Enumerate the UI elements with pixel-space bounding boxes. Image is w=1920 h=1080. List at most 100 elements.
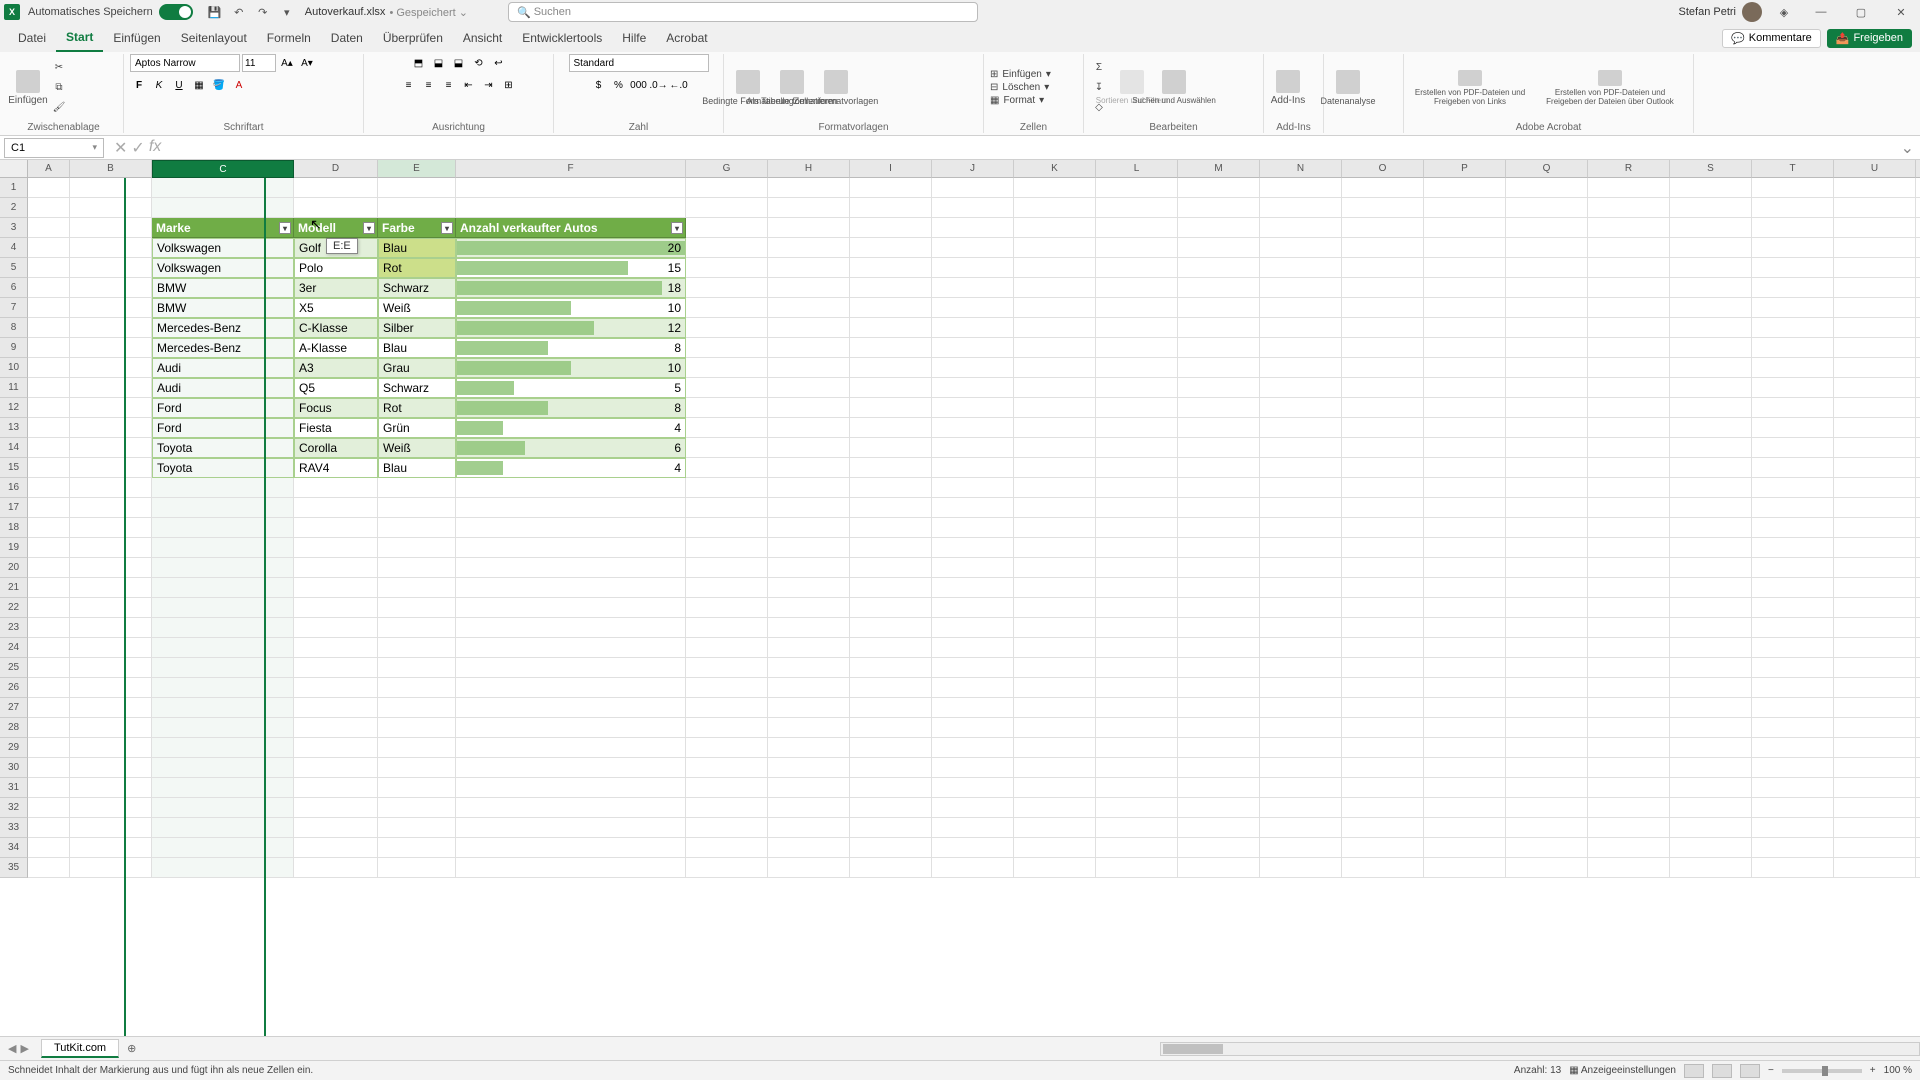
row-header[interactable]: 1 bbox=[0, 178, 28, 198]
cell[interactable] bbox=[1096, 658, 1178, 678]
cell[interactable] bbox=[456, 658, 686, 678]
cell[interactable] bbox=[1424, 758, 1506, 778]
cell[interactable] bbox=[768, 578, 850, 598]
cell[interactable] bbox=[456, 698, 686, 718]
cell[interactable] bbox=[1178, 438, 1260, 458]
font-name-combo[interactable] bbox=[130, 54, 240, 72]
cell[interactable] bbox=[686, 418, 768, 438]
cell[interactable] bbox=[768, 838, 850, 858]
cell[interactable] bbox=[686, 518, 768, 538]
row-header[interactable]: 22 bbox=[0, 598, 28, 618]
cell[interactable]: 4 bbox=[456, 458, 686, 478]
cell[interactable] bbox=[850, 278, 932, 298]
cell[interactable] bbox=[1752, 318, 1834, 338]
cell[interactable] bbox=[768, 538, 850, 558]
cell[interactable] bbox=[1096, 798, 1178, 818]
cell[interactable] bbox=[28, 838, 70, 858]
cell[interactable] bbox=[294, 738, 378, 758]
sheet-next-icon[interactable]: ▶ bbox=[20, 1042, 28, 1055]
cell[interactable] bbox=[1506, 338, 1588, 358]
cell[interactable] bbox=[1260, 318, 1342, 338]
wrap-text-icon[interactable]: ↩ bbox=[490, 54, 508, 72]
data-analysis-button[interactable]: Datenanalyse bbox=[1330, 70, 1366, 106]
cell[interactable] bbox=[768, 798, 850, 818]
cell[interactable] bbox=[932, 338, 1014, 358]
cell[interactable] bbox=[850, 618, 932, 638]
cell[interactable] bbox=[1588, 218, 1670, 238]
cell[interactable] bbox=[1260, 618, 1342, 638]
cell[interactable] bbox=[1178, 638, 1260, 658]
cell[interactable] bbox=[1588, 578, 1670, 598]
cell[interactable] bbox=[1260, 818, 1342, 838]
cell[interactable] bbox=[768, 238, 850, 258]
cell[interactable] bbox=[70, 658, 152, 678]
cell[interactable] bbox=[1670, 398, 1752, 418]
cell[interactable] bbox=[1178, 818, 1260, 838]
cell[interactable] bbox=[1752, 758, 1834, 778]
fill-color-icon[interactable]: 🪣 bbox=[210, 76, 228, 94]
cell[interactable] bbox=[1588, 298, 1670, 318]
cell[interactable] bbox=[850, 778, 932, 798]
cell[interactable] bbox=[768, 378, 850, 398]
cell[interactable] bbox=[1260, 458, 1342, 478]
cell[interactable] bbox=[1096, 818, 1178, 838]
cell[interactable] bbox=[1916, 818, 1920, 838]
cell[interactable] bbox=[1506, 758, 1588, 778]
cell[interactable] bbox=[1342, 758, 1424, 778]
cell[interactable] bbox=[1178, 698, 1260, 718]
cell[interactable] bbox=[152, 778, 294, 798]
cell[interactable] bbox=[1506, 378, 1588, 398]
cell[interactable] bbox=[1752, 718, 1834, 738]
row-header[interactable]: 27 bbox=[0, 698, 28, 718]
cell[interactable] bbox=[28, 218, 70, 238]
cell[interactable] bbox=[1752, 258, 1834, 278]
column-header-I[interactable]: I bbox=[850, 160, 932, 178]
filter-icon[interactable]: ▾ bbox=[441, 222, 453, 234]
cell[interactable] bbox=[70, 718, 152, 738]
cell[interactable] bbox=[1506, 178, 1588, 198]
tab-hilfe[interactable]: Hilfe bbox=[612, 24, 656, 52]
cell[interactable] bbox=[1670, 478, 1752, 498]
cell[interactable] bbox=[1260, 498, 1342, 518]
cell[interactable] bbox=[686, 258, 768, 278]
cell[interactable]: Grün bbox=[378, 418, 456, 438]
cell[interactable]: Modell▾ bbox=[294, 218, 378, 238]
cell[interactable] bbox=[768, 298, 850, 318]
user-account[interactable]: Stefan Petri bbox=[1679, 2, 1762, 22]
cell[interactable] bbox=[850, 578, 932, 598]
cell[interactable] bbox=[1178, 538, 1260, 558]
cell[interactable] bbox=[1752, 458, 1834, 478]
cell[interactable] bbox=[1424, 298, 1506, 318]
cell[interactable] bbox=[1096, 498, 1178, 518]
cell[interactable] bbox=[1260, 358, 1342, 378]
cell[interactable] bbox=[28, 698, 70, 718]
cell[interactable] bbox=[70, 498, 152, 518]
cell[interactable] bbox=[1916, 358, 1920, 378]
cell[interactable] bbox=[686, 658, 768, 678]
cell[interactable] bbox=[932, 238, 1014, 258]
cell[interactable] bbox=[850, 598, 932, 618]
cell[interactable] bbox=[1834, 658, 1916, 678]
font-size-combo[interactable] bbox=[242, 54, 276, 72]
row-header[interactable]: 4 bbox=[0, 238, 28, 258]
cell[interactable]: Anzahl verkaufter Autos▾ bbox=[456, 218, 686, 238]
cell[interactable] bbox=[1916, 558, 1920, 578]
row-header[interactable]: 34 bbox=[0, 838, 28, 858]
cell[interactable] bbox=[850, 818, 932, 838]
cell[interactable] bbox=[1014, 258, 1096, 278]
delete-cells-button[interactable]: ⊟ Löschen ▾ bbox=[990, 82, 1051, 93]
cell[interactable] bbox=[932, 558, 1014, 578]
align-top-icon[interactable]: ⬒ bbox=[410, 54, 428, 72]
cell[interactable] bbox=[1260, 838, 1342, 858]
cell[interactable] bbox=[1096, 458, 1178, 478]
cell[interactable] bbox=[1834, 678, 1916, 698]
redo-icon[interactable]: ↷ bbox=[253, 2, 273, 22]
cell[interactable] bbox=[294, 678, 378, 698]
cell[interactable] bbox=[1506, 458, 1588, 478]
cell[interactable]: Focus bbox=[294, 398, 378, 418]
cell[interactable] bbox=[1834, 498, 1916, 518]
cell[interactable] bbox=[932, 178, 1014, 198]
cell[interactable] bbox=[1670, 858, 1752, 878]
cell[interactable]: Marke▾ bbox=[152, 218, 294, 238]
cell[interactable] bbox=[70, 198, 152, 218]
